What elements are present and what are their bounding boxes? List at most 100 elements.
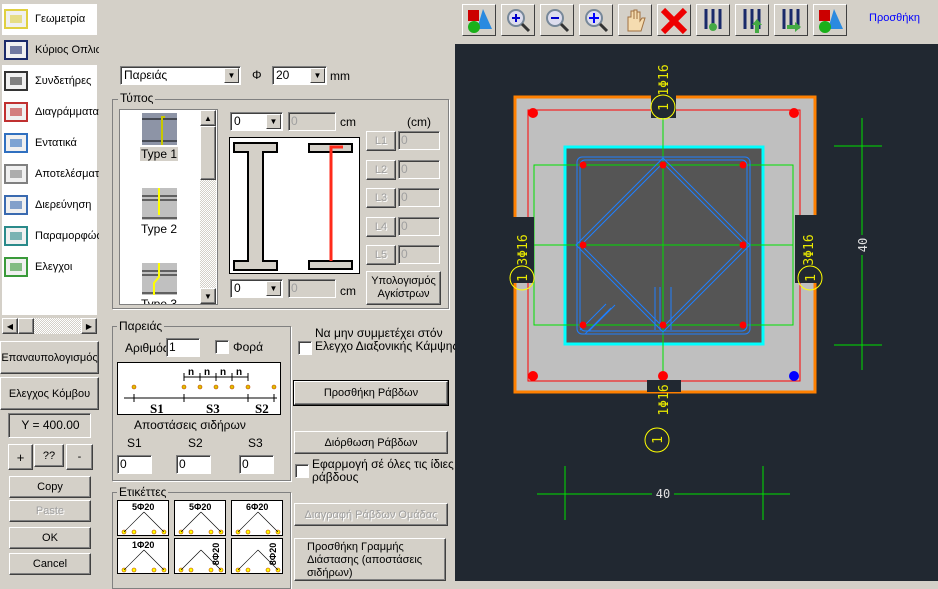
s2-field-label: S2 xyxy=(188,436,203,450)
scroll-left-button[interactable]: ◀ xyxy=(2,318,18,334)
toolbar-button[interactable] xyxy=(657,4,691,36)
type-item[interactable] xyxy=(142,263,177,295)
s1-input[interactable]: 0 xyxy=(117,455,152,474)
length-input[interactable]: 0 xyxy=(398,188,440,207)
calc-hooks-button[interactable]: Υπολογισμός Αγκίστρων xyxy=(366,271,441,305)
sidebar-item[interactable]: Εντατικά xyxy=(2,128,99,158)
scroll-thumb[interactable] xyxy=(18,318,34,334)
length-input[interactable]: 0 xyxy=(398,216,440,236)
rebar[interactable] xyxy=(528,371,538,381)
sidebar-item[interactable]: Διαγράμματα xyxy=(2,97,99,127)
rebar[interactable] xyxy=(789,108,799,118)
top-hook-select[interactable]: 0 ▼ xyxy=(230,112,283,131)
top-hook-length[interactable]: 0 xyxy=(288,112,336,131)
minus-button[interactable]: - xyxy=(66,444,93,470)
label-style-text: 8Φ20 xyxy=(267,542,278,566)
length-input[interactable]: 0 xyxy=(398,245,440,264)
label-style-thumb[interactable]: 5Φ20 xyxy=(117,500,169,536)
length-button-l5[interactable]: L5 xyxy=(366,245,396,265)
scroll-up-button[interactable]: ▲ xyxy=(200,110,216,126)
zoom-in-icon xyxy=(507,9,531,33)
sidebar-item[interactable]: Κύριος Οπλισ xyxy=(2,35,99,65)
length-input[interactable]: 0 xyxy=(398,159,440,179)
geometry-icon xyxy=(2,6,32,32)
s2-input[interactable]: 0 xyxy=(176,455,211,474)
rebar[interactable] xyxy=(579,321,587,329)
scroll-right-button[interactable]: ▶ xyxy=(81,318,97,334)
recalculate-button[interactable]: Επαναυπολογισμός xyxy=(0,341,99,374)
label-style-thumb[interactable]: 6Φ20 xyxy=(231,500,283,536)
rebar[interactable] xyxy=(528,108,538,118)
scroll-thumb[interactable] xyxy=(200,126,216,180)
copy-button[interactable]: Copy xyxy=(9,476,91,498)
apply-all-checkbox[interactable] xyxy=(295,464,309,478)
bottom-hook-select[interactable]: 0 ▼ xyxy=(230,279,283,298)
left-bar-label: 3Φ16 xyxy=(516,234,531,265)
sidebar-item[interactable]: Γεωμετρία xyxy=(2,4,99,34)
toolbar-button[interactable] xyxy=(813,4,847,36)
label-style-thumb[interactable]: 5Φ20 xyxy=(174,500,226,536)
sidebar-item[interactable]: Αποτελέσματ xyxy=(2,159,99,189)
label-style-thumb[interactable]: 1Φ20 xyxy=(117,538,169,574)
length-button-l4[interactable]: L4 xyxy=(366,216,396,237)
fix-bars-button[interactable]: Διόρθωση Ράβδων xyxy=(294,431,448,454)
rebar[interactable] xyxy=(579,241,587,249)
toolbar-button[interactable] xyxy=(462,4,496,36)
unknown-button[interactable]: ?? xyxy=(34,444,64,467)
type-item[interactable] xyxy=(142,188,177,220)
vertical-dimension-value: 40 xyxy=(856,238,870,252)
toolbar-button[interactable] xyxy=(540,4,574,36)
label-style-thumb[interactable]: 8Φ20 xyxy=(174,538,226,574)
length-button-l1[interactable]: L1 xyxy=(366,131,396,151)
cancel-button[interactable]: Cancel xyxy=(9,553,91,575)
rebar[interactable] xyxy=(659,321,667,329)
length-button-l2[interactable]: L2 xyxy=(366,159,396,180)
bar-group-number: 1 xyxy=(657,103,672,111)
exclude-biaxial-checkbox[interactable] xyxy=(298,341,312,355)
s3-input[interactable]: 0 xyxy=(239,455,274,474)
plus-button[interactable]: + xyxy=(8,444,33,470)
sidebar-item-label: Εντατικά xyxy=(35,137,77,149)
face-group-title: Παρειάς xyxy=(117,319,165,333)
length-input[interactable]: 0 xyxy=(398,131,440,150)
rebar[interactable] xyxy=(579,161,587,169)
type-list-scrollbar[interactable]: ▲ ▼ xyxy=(200,110,216,304)
type-list[interactable]: Type 1 Type 2 Type 3 ▲ ▼ xyxy=(119,109,218,305)
direction-checkbox[interactable] xyxy=(215,340,229,354)
toolbar-button[interactable] xyxy=(579,4,613,36)
delete-group-button[interactable]: Διαγραφή Ράβδων Ομάδας xyxy=(294,503,448,526)
rebar[interactable] xyxy=(659,161,667,169)
sidebar-item[interactable]: Συνδετήρες xyxy=(2,66,99,96)
toolbar-button[interactable] xyxy=(501,4,535,36)
n-label: n xyxy=(188,367,194,378)
sidebar-scrollbar[interactable]: ◀ ▶ xyxy=(2,318,97,334)
s3-label: S3 xyxy=(206,401,220,415)
sidebar-item[interactable]: Ελεγχοι xyxy=(2,252,99,282)
sidebar-item[interactable]: Διερεύνηση xyxy=(2,190,99,220)
count-input[interactable]: 1 xyxy=(166,338,200,357)
add-link[interactable]: Προσθήκη xyxy=(869,12,920,24)
position-select[interactable]: Παρειάς ▼ xyxy=(120,66,241,85)
scroll-down-button[interactable]: ▼ xyxy=(200,288,216,304)
node-check-button[interactable]: Ελεγχος Κόμβου xyxy=(0,377,99,410)
length-button-l3[interactable]: L3 xyxy=(366,188,396,208)
rebar[interactable] xyxy=(739,161,747,169)
3d-view-icon xyxy=(468,9,492,33)
selected-bar[interactable] xyxy=(789,371,799,381)
sidebar-item[interactable]: Παραμορφώσ xyxy=(2,221,99,251)
rebar[interactable] xyxy=(739,241,747,249)
rebar[interactable] xyxy=(739,321,747,329)
paste-button[interactable]: Paste xyxy=(9,500,91,522)
drawing-canvas[interactable]: 1Φ16 1 3Φ16 1 3Φ16 1 1Φ16 1 40 40 xyxy=(455,44,938,581)
label-style-thumb[interactable]: 8Φ20 xyxy=(231,538,283,574)
add-dimension-line-button[interactable]: Προσθήκη Γραμμής Διάστασης (αποστάσεις σ… xyxy=(294,538,446,581)
toolbar-button[interactable] xyxy=(774,4,808,36)
toolbar-button[interactable] xyxy=(696,4,730,36)
bottom-hook-length[interactable]: 0 xyxy=(288,279,336,298)
toolbar-button[interactable] xyxy=(735,4,769,36)
ok-button[interactable]: OK xyxy=(9,527,91,549)
rebar[interactable] xyxy=(658,371,668,381)
add-bars-button[interactable]: Προσθήκη Ράβδων xyxy=(293,380,449,406)
toolbar-button[interactable] xyxy=(618,4,652,36)
diameter-select[interactable]: 20 ▼ xyxy=(272,66,327,85)
